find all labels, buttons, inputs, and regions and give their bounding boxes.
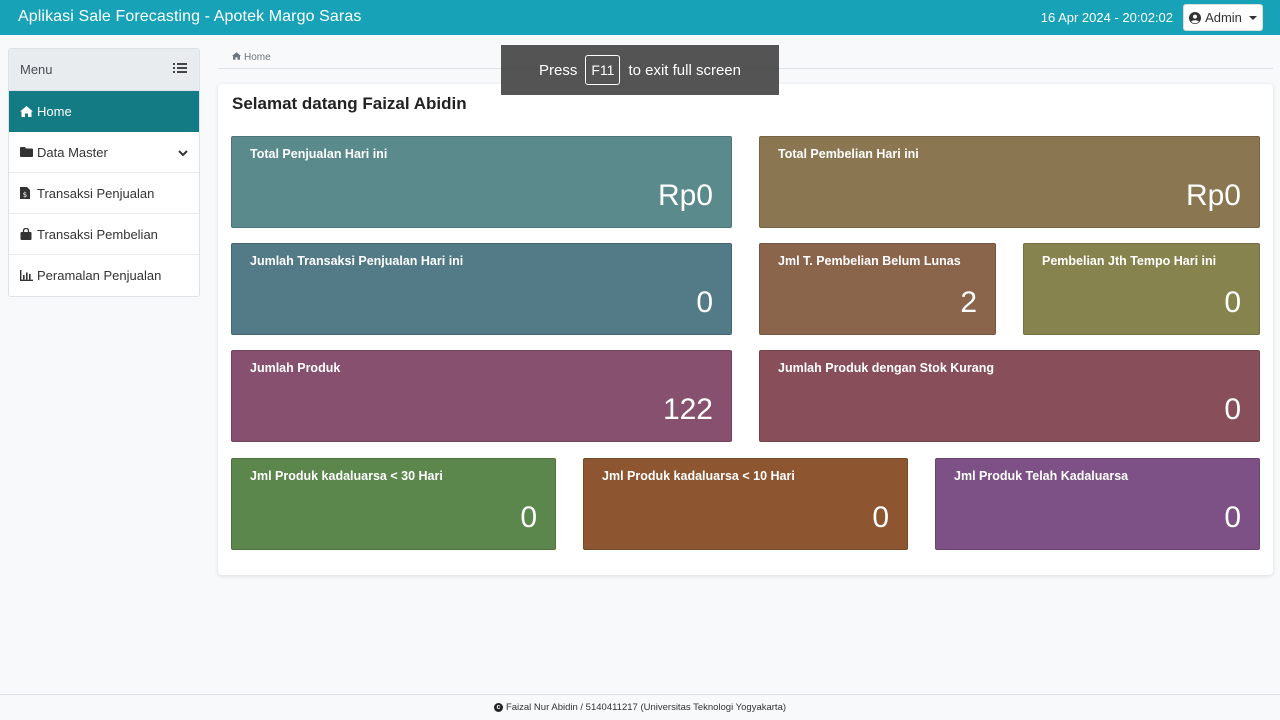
- sidebar-item-home[interactable]: Home: [9, 91, 199, 132]
- toast-press-text: Press: [539, 61, 578, 79]
- tile-total-pembelian: Total Pembelian Hari ini Rp0: [759, 136, 1260, 228]
- tile-value: 0: [1224, 501, 1241, 534]
- tile-produk-stok-kurang: Jumlah Produk dengan Stok Kurang 0: [759, 350, 1260, 442]
- tile-value: 122: [662, 393, 713, 426]
- page-footer: c Faizal Nur Abidin / 5140411217 (Univer…: [0, 694, 1280, 720]
- tile-label: Total Penjualan Hari ini: [250, 147, 388, 161]
- sidebar-item-label: Transaksi Penjualan: [37, 185, 155, 201]
- tile-pembelian-jatuh-tempo: Pembelian Jth Tempo Hari ini 0: [1023, 243, 1260, 335]
- bar-chart-icon: [20, 270, 34, 281]
- sidebar-item-data-master[interactable]: Data Master: [9, 132, 199, 173]
- user-circle-icon: [1189, 11, 1202, 24]
- tile-label: Jml T. Pembelian Belum Lunas: [778, 254, 961, 268]
- tile-value: Rp0: [657, 179, 713, 212]
- chevron-down-icon: [178, 145, 188, 160]
- invoice-icon: $: [20, 187, 34, 199]
- sidebar-item-transaksi-pembelian[interactable]: Transaksi Pembelian: [9, 214, 199, 255]
- breadcrumb-home[interactable]: Home: [244, 52, 271, 63]
- app-title[interactable]: Aplikasi Sale Forecasting - Apotek Margo…: [18, 8, 361, 26]
- shopping-bag-icon: [20, 228, 34, 240]
- tile-jumlah-transaksi-penjualan: Jumlah Transaksi Penjualan Hari ini 0: [231, 243, 732, 335]
- sidebar-header: Menu: [9, 49, 199, 91]
- toast-key: F11: [585, 55, 621, 85]
- fullscreen-exit-toast: Press F11 to exit full screen: [501, 45, 779, 95]
- sidebar-item-label: Home: [37, 104, 72, 119]
- sidebar-menu: Menu Home Data Master $ Transaksi Penjua…: [8, 48, 200, 297]
- tile-kadaluarsa-30-hari: Jml Produk kadaluarsa < 30 Hari 0: [231, 458, 556, 550]
- page-title: Selamat datang Faizal Abidin: [232, 94, 467, 113]
- datetime-display: 16 Apr 2024 - 20:02:02: [1040, 10, 1173, 25]
- tile-jumlah-produk: Jumlah Produk 122: [231, 350, 732, 442]
- tile-value: 0: [1224, 393, 1241, 426]
- tile-label: Jumlah Transaksi Penjualan Hari ini: [250, 254, 464, 268]
- tile-value: 2: [960, 286, 977, 319]
- tile-kadaluarsa-10-hari: Jml Produk kadaluarsa < 10 Hari 0: [583, 458, 908, 550]
- sidebar-item-label: Data Master: [37, 144, 108, 160]
- caret-down-icon: [1248, 15, 1257, 20]
- sidebar-item-label: Transaksi Pembelian: [37, 226, 158, 242]
- tile-value: 0: [1224, 286, 1241, 319]
- copyright-icon: c: [493, 703, 503, 712]
- home-icon: [20, 106, 34, 117]
- user-menu-label: Admin: [1205, 10, 1242, 25]
- tile-label: Jml Produk kadaluarsa < 30 Hari: [250, 469, 443, 483]
- sidebar-title: Menu: [20, 62, 53, 77]
- footer-text: Faizal Nur Abidin / 5140411217 (Universi…: [505, 702, 787, 713]
- tile-telah-kadaluarsa: Jml Produk Telah Kadaluarsa 0: [935, 458, 1260, 550]
- sidebar-item-label: Peramalan Penjualan: [37, 268, 162, 283]
- sidebar-item-peramalan-penjualan[interactable]: Peramalan Penjualan: [9, 255, 199, 296]
- sidebar-item-transaksi-penjualan[interactable]: $ Transaksi Penjualan: [9, 173, 199, 214]
- folder-icon: [20, 147, 34, 157]
- tile-label: Jml Produk kadaluarsa < 10 Hari: [602, 469, 795, 483]
- tile-value: 0: [696, 286, 713, 319]
- tile-total-penjualan: Total Penjualan Hari ini Rp0: [231, 136, 732, 228]
- home-icon: [232, 52, 241, 63]
- tile-label: Pembelian Jth Tempo Hari ini: [1042, 254, 1217, 268]
- tile-label: Jumlah Produk: [250, 361, 341, 375]
- svg-text:$: $: [23, 191, 27, 199]
- toast-suffix-text: to exit full screen: [628, 61, 741, 79]
- tile-label: Jml Produk Telah Kadaluarsa: [954, 469, 1129, 483]
- tile-pembelian-belum-lunas: Jml T. Pembelian Belum Lunas 2: [759, 243, 996, 335]
- user-menu-button[interactable]: Admin: [1183, 4, 1263, 31]
- tile-value: Rp0: [1185, 179, 1241, 212]
- tile-label: Jumlah Produk dengan Stok Kurang: [778, 361, 994, 375]
- tile-value: 0: [872, 501, 889, 534]
- top-navbar: Aplikasi Sale Forecasting - Apotek Margo…: [0, 0, 1280, 35]
- tile-label: Total Pembelian Hari ini: [778, 147, 919, 161]
- dashboard-card: Selamat datang Faizal Abidin Total Penju…: [218, 84, 1273, 575]
- list-toggle-icon[interactable]: [173, 62, 187, 77]
- tile-value: 0: [520, 501, 537, 534]
